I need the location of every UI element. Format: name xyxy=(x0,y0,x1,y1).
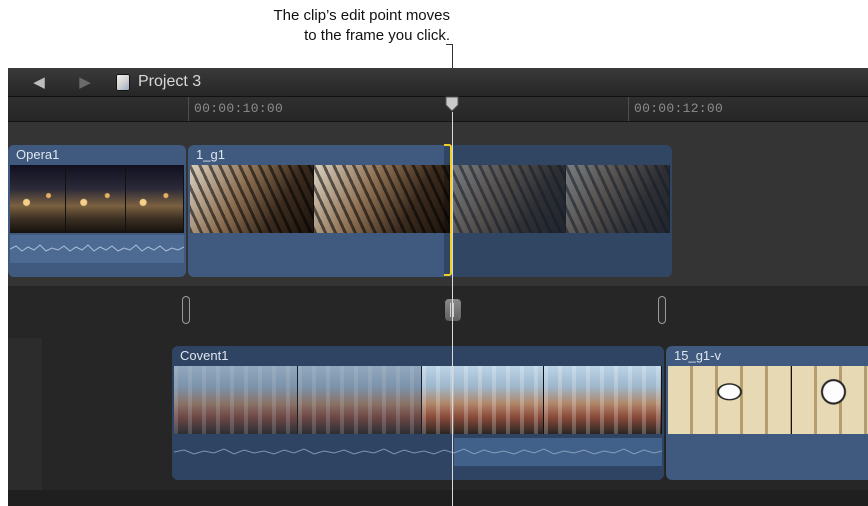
project-document-icon xyxy=(116,74,130,91)
video-frame xyxy=(126,165,184,233)
project-title: Project 3 xyxy=(138,73,202,90)
video-frame xyxy=(544,366,662,434)
clip-filmstrip xyxy=(668,366,868,434)
timeline-toolbar: ◀ ▶ Project 3 xyxy=(8,68,868,97)
clip-15-g1-v[interactable]: 15_g1-v xyxy=(666,346,868,480)
trimmed-region-overlay xyxy=(444,145,672,277)
clip-1-g1[interactable]: 1_g1 xyxy=(188,145,672,277)
clip-title: Opera1 xyxy=(16,147,60,162)
video-frame xyxy=(314,165,450,233)
connection-point-selected[interactable] xyxy=(444,298,462,322)
lane-gutter xyxy=(8,338,42,506)
video-frame xyxy=(190,165,314,233)
callout-line-1: The clip’s edit point moves xyxy=(273,7,450,24)
timecode-label: 00:00:12:00 xyxy=(634,101,724,116)
connection-point[interactable] xyxy=(182,296,190,324)
back-button[interactable]: ◀ xyxy=(22,68,56,96)
video-frame xyxy=(422,366,544,434)
timecode-label: 00:00:10:00 xyxy=(194,101,284,116)
clip-filmstrip xyxy=(174,366,662,434)
clip-filmstrip xyxy=(10,165,184,233)
clip-title: 15_g1-v xyxy=(674,348,721,363)
playhead-handle-icon[interactable] xyxy=(444,96,460,112)
ruler-tick xyxy=(628,97,629,121)
video-frame xyxy=(298,366,422,434)
timeline-window: ◀ ▶ Project 3 00:00:10:00 00:00:12:00 Op… xyxy=(8,68,868,506)
left-arrow-icon: ◀ xyxy=(33,74,45,91)
ruler-tick xyxy=(188,97,189,121)
right-arrow-icon: ▶ xyxy=(79,74,91,91)
connection-band xyxy=(8,286,868,338)
video-frame xyxy=(792,366,868,434)
video-frame xyxy=(174,366,298,434)
timeline-ruler[interactable]: 00:00:10:00 00:00:12:00 xyxy=(8,97,868,122)
skimmer-line[interactable] xyxy=(452,112,453,506)
video-frame xyxy=(66,165,126,233)
edit-point-trim-handle[interactable] xyxy=(444,144,452,276)
clip-title: 1_g1 xyxy=(196,147,225,162)
video-frame xyxy=(668,366,792,434)
callout-leader-line xyxy=(452,44,453,68)
callout-line-2: to the frame you click. xyxy=(304,27,450,44)
clip-covent1[interactable]: Covent1 xyxy=(172,346,664,480)
forward-button[interactable]: ▶ xyxy=(68,68,102,96)
callout-annotation: The clip’s edit point moves to the frame… xyxy=(150,6,450,46)
audio-waveform xyxy=(10,235,184,263)
audio-waveform xyxy=(174,438,662,466)
video-frame xyxy=(10,165,66,233)
timeline-bottom-strip xyxy=(8,490,868,506)
connection-point[interactable] xyxy=(658,296,666,324)
clip-opera1[interactable]: Opera1 xyxy=(8,145,186,277)
clip-title: Covent1 xyxy=(180,348,229,363)
